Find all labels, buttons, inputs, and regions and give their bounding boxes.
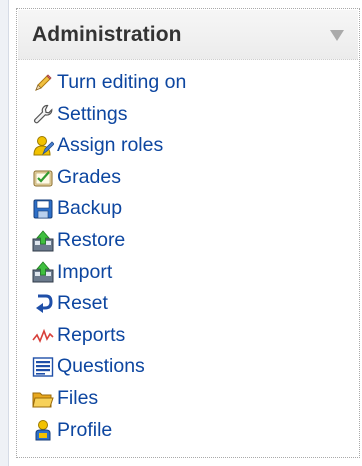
menu-item-label: Import [57, 260, 113, 283]
menu-item-reports[interactable]: Reports [31, 320, 186, 352]
collapse-arrow-icon[interactable] [330, 30, 344, 41]
menu-item-label: Reset [57, 292, 108, 315]
menu-item-label: Assign roles [57, 134, 164, 157]
reports-icon [31, 324, 55, 348]
menu-item-label: Grades [57, 165, 121, 188]
menu-item-label: Questions [57, 355, 145, 378]
menu-item-files[interactable]: Files [31, 383, 186, 415]
menu-item-restore[interactable]: Restore [31, 225, 186, 257]
grades-icon [31, 166, 55, 190]
menu-item-questions[interactable]: Questions [31, 351, 186, 383]
restore-icon [31, 229, 55, 253]
block-title: Administration [32, 23, 182, 46]
menu-item-label: Backup [57, 197, 123, 220]
floppy-disk-icon [31, 197, 55, 221]
import-icon [31, 260, 55, 284]
menu-item-label: Restore [57, 229, 126, 252]
menu-item-grades[interactable]: Grades [31, 162, 186, 194]
wrench-icon [31, 102, 55, 126]
user-roles-icon [31, 134, 55, 158]
menu-item-settings[interactable]: Settings [31, 99, 186, 131]
reset-icon [31, 292, 55, 316]
menu-item-profile[interactable]: Profile [31, 415, 186, 447]
menu-item-import[interactable]: Import [31, 257, 186, 289]
folder-icon [31, 387, 55, 411]
menu-item-reset[interactable]: Reset [31, 288, 186, 320]
admin-menu: Turn editing on Settings Assign roles Gr… [31, 67, 186, 446]
menu-item-label: Reports [57, 323, 126, 346]
menu-item-backup[interactable]: Backup [31, 193, 186, 225]
profile-icon [31, 418, 55, 442]
questions-icon [31, 355, 55, 379]
menu-item-turn-editing-on[interactable]: Turn editing on [31, 67, 186, 99]
page: Administration Turn editing on Settings … [0, 0, 362, 466]
administration-block: Administration Turn editing on Settings … [16, 8, 360, 458]
block-header: Administration [18, 10, 358, 60]
menu-item-label: Files [57, 386, 99, 409]
pencil-icon [31, 71, 55, 95]
page-left-edge-line [8, 0, 9, 466]
menu-item-assign-roles[interactable]: Assign roles [31, 130, 186, 162]
menu-item-label: Settings [57, 102, 128, 125]
page-left-edge [0, 0, 8, 466]
menu-item-label: Profile [57, 418, 113, 441]
menu-item-label: Turn editing on [57, 71, 187, 94]
